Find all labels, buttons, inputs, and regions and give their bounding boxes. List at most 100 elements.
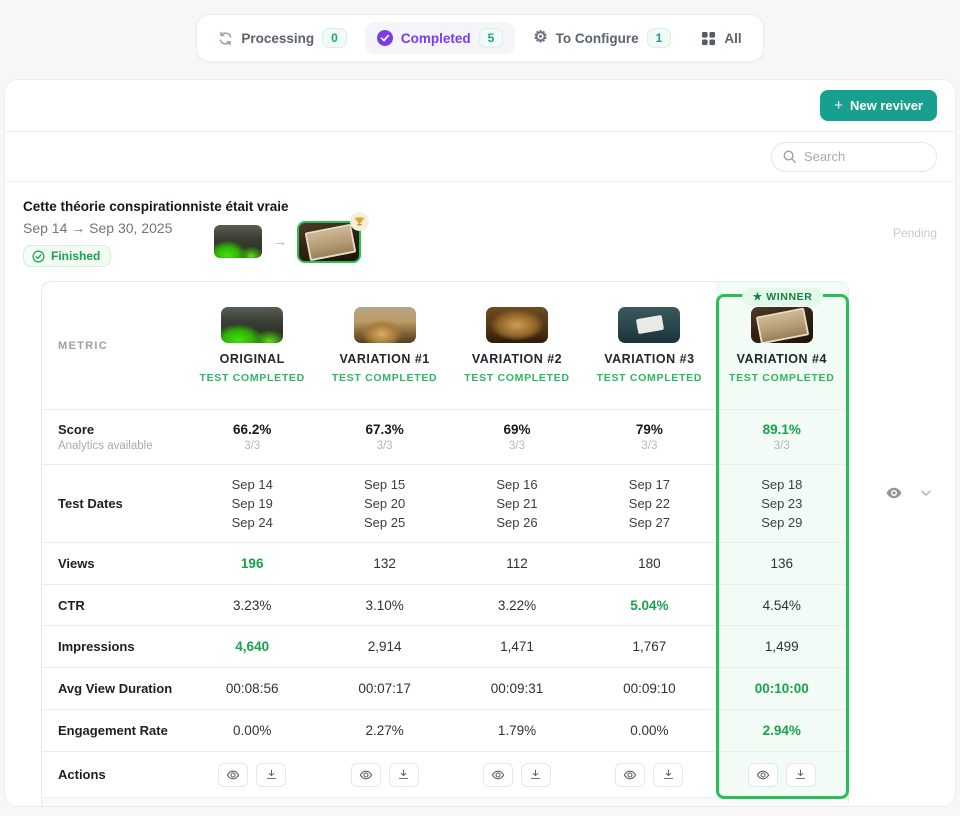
eye-icon [359,768,373,782]
column-header-variation-1: VARIATION #1 TEST COMPLETED [318,282,450,409]
check-circle-icon [377,30,393,46]
impressions-cell: 1,767 [583,625,715,667]
download-button[interactable] [653,763,683,787]
ctr-label-cell: CTR [42,584,186,625]
engagement-rate-cell-winner: 2.94% [716,709,848,751]
status-badge-label: Finished [51,249,100,263]
comparison-table: METRIC ORIGINAL TEST COMPLETED VARIATION… [41,281,849,807]
tab-all-label: All [724,31,741,46]
avg-view-duration-cell: 00:08:56 [186,667,318,709]
test-date-range: Sep 14 → Sep 30, 2025 [23,220,172,236]
download-icon [794,768,807,781]
test-dates-cell: Sep 17 Sep 22 Sep 27 [583,464,715,542]
test-meta-row: Sep 14 → Sep 30, 2025 Finished → Pending [23,220,937,267]
score-cell: 67.3% 3/3 [318,409,450,464]
actions-cell-variation-3 [583,751,715,797]
search-icon [782,149,797,169]
test-dates-cell: Sep 14 Sep 19 Sep 24 [186,464,318,542]
avg-view-duration-cell: 00:09:31 [451,667,583,709]
check-circle-outline-icon [32,250,45,263]
avg-view-duration-cell: 00:07:17 [318,667,450,709]
panel-header: + New reviver [5,80,955,132]
variation-1-thumbnail[interactable] [354,307,416,343]
eye-icon [756,768,770,782]
comparison-table-wrap: METRIC ORIGINAL TEST COMPLETED VARIATION… [41,281,849,807]
ctr-cell-winner: 4.54% [716,584,848,625]
original-column-thumbnail[interactable] [221,307,283,343]
pending-label: Pending [893,226,937,240]
download-icon [397,768,410,781]
tab-processing-label: Processing [241,31,314,46]
preview-button[interactable] [218,763,248,787]
variation-2-thumbnail[interactable] [486,307,548,343]
test-list-item: Cette théorie conspirationniste était vr… [5,182,955,807]
chevron-down-icon[interactable] [919,486,933,500]
search-box [771,142,937,172]
views-label-cell: Views [42,542,186,584]
ctr-cell: 5.04% [583,584,715,625]
row-controls [885,484,933,502]
status-badge: Finished [23,245,111,267]
engagement-rate-cell: 2.27% [318,709,450,751]
variation-3-thumbnail[interactable] [618,307,680,343]
engagement-rate-cell: 0.00% [186,709,318,751]
actions-cell-variation-4 [716,751,848,797]
new-reviver-button[interactable]: + New reviver [820,90,937,121]
original-thumbnail[interactable] [214,225,262,258]
impressions-cell: 2,914 [318,625,450,667]
column-header-variation-3: VARIATION #3 TEST COMPLETED [583,282,715,409]
actions-cell-variation-2 [451,751,583,797]
test-dates-cell: Sep 15 Sep 20 Sep 25 [318,464,450,542]
engagement-rate-cell: 0.00% [583,709,715,751]
tab-completed[interactable]: Completed 5 [365,22,515,54]
eye-icon [623,768,637,782]
test-meta-left: Sep 14 → Sep 30, 2025 Finished [23,220,172,267]
avg-view-duration-cell: 00:09:10 [583,667,715,709]
tab-to-configure-count: 1 [647,28,672,48]
score-cell: 79% 3/3 [583,409,715,464]
ctr-cell: 3.22% [451,584,583,625]
eye-icon [491,768,505,782]
impressions-cell: 4,640 [186,625,318,667]
tab-to-configure-label: To Configure [556,31,639,46]
tab-processing[interactable]: Processing 0 [206,22,358,54]
download-button[interactable] [389,763,419,787]
tab-completed-label: Completed [401,31,471,46]
tab-to-configure[interactable]: ⚙ To Configure 1 [521,22,683,54]
views-cell: 112 [451,542,583,584]
download-icon [529,768,542,781]
tab-all[interactable]: All [689,25,753,52]
tab-completed-count: 5 [479,28,504,48]
download-button[interactable] [786,763,816,787]
preview-button[interactable] [748,763,778,787]
new-reviver-label: New reviver [850,98,923,113]
visibility-icon[interactable] [885,484,903,502]
score-cell-winner: 89.1% 3/3 [716,409,848,464]
tab-processing-count: 0 [322,28,347,48]
variation-4-thumbnail[interactable] [751,307,813,343]
score-cell: 69% 3/3 [451,409,583,464]
column-header-variation-2: VARIATION #2 TEST COMPLETED [451,282,583,409]
column-header-original: ORIGINAL TEST COMPLETED [186,282,318,409]
plus-icon: + [834,98,843,113]
views-cell: 180 [583,542,715,584]
gear-icon: ⚙ [533,30,547,46]
views-cell: 196 [186,542,318,584]
actions-label-cell: Actions [42,751,186,797]
download-button[interactable] [521,763,551,787]
impressions-label-cell: Impressions [42,625,186,667]
avg-view-duration-label-cell: Avg View Duration [42,667,186,709]
actions-cell-original [186,751,318,797]
engagement-rate-label-cell: Engagement Rate [42,709,186,751]
preview-button[interactable] [615,763,645,787]
eye-icon [226,768,240,782]
preview-button[interactable] [351,763,381,787]
avg-view-duration-cell-winner: 00:10:00 [716,667,848,709]
impressions-cell-winner: 1,499 [716,625,848,667]
grid-icon [701,31,716,46]
preview-button[interactable] [483,763,513,787]
score-cell: 66.2% 3/3 [186,409,318,464]
views-cell-winner: 136 [716,542,848,584]
status-tabbar: Processing 0 Completed 5 ⚙ To Configure … [196,14,763,62]
download-button[interactable] [256,763,286,787]
